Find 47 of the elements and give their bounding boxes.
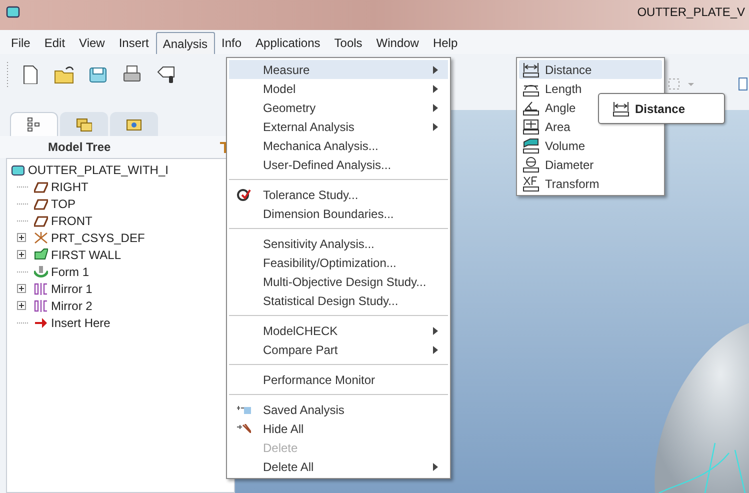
menu-item[interactable]: Diameter — [519, 155, 662, 174]
panel-title: Model Tree — [48, 139, 111, 156]
menu-item[interactable]: User-Defined Analysis... — [229, 155, 448, 174]
menu-item[interactable]: Applications — [248, 32, 328, 54]
menu-item[interactable]: Hide All — [229, 419, 448, 438]
menu-item[interactable]: Distance — [519, 60, 662, 79]
menu-item[interactable]: Edit — [37, 32, 72, 54]
menu-item[interactable]: Sensitivity Analysis... — [229, 234, 448, 253]
menu-item[interactable]: Multi-Objective Design Study... — [229, 272, 448, 291]
tree-item[interactable]: RIGHT — [51, 178, 88, 196]
menu-item[interactable]: External Analysis — [229, 117, 448, 136]
tree-item[interactable]: FIRST WALL — [51, 246, 122, 264]
menu-item[interactable]: Help — [426, 32, 465, 54]
menu-item[interactable]: Tolerance Study... — [229, 185, 448, 204]
menu-item[interactable]: Insert — [112, 32, 156, 54]
menu-item[interactable]: Feasibility/Optimization... — [229, 253, 448, 272]
tree-item[interactable]: TOP — [51, 194, 76, 212]
menu-item[interactable]: Transform — [519, 174, 662, 193]
menu-item[interactable]: Tools — [327, 32, 370, 54]
menu-item[interactable]: Delete All — [229, 457, 448, 476]
menu-item[interactable]: Performance Monitor — [229, 370, 448, 389]
menu-item[interactable]: Model — [229, 79, 448, 98]
menu-item[interactable]: Measure — [229, 60, 448, 79]
menu-item[interactable]: Analysis — [156, 32, 215, 54]
tooltip-text: Distance — [635, 100, 686, 118]
window-title: OUTTER_PLATE_V — [637, 4, 745, 21]
tree-item[interactable]: PRT_CSYS_DEF — [51, 228, 145, 246]
tree-item[interactable]: Insert Here — [51, 314, 110, 332]
menu-item[interactable]: File — [4, 32, 38, 54]
menu-item[interactable]: Geometry — [229, 98, 448, 117]
menu-item[interactable]: Window — [369, 32, 426, 54]
menu-item[interactable]: View — [72, 32, 112, 54]
menu-item[interactable]: Statistical Design Study... — [229, 291, 448, 310]
tree-item[interactable]: FRONT — [51, 212, 92, 230]
menu-item[interactable]: ModelCHECK — [229, 321, 448, 340]
menu-item[interactable]: Mechanica Analysis... — [229, 136, 448, 155]
menu-item[interactable]: Volume — [519, 136, 662, 155]
tree-item[interactable]: Form 1 — [51, 262, 90, 280]
tree-item[interactable]: OUTTER_PLATE_WITH_I — [28, 160, 168, 178]
tree-item[interactable]: Mirror 1 — [51, 280, 92, 298]
menu-item[interactable]: Area — [519, 117, 662, 136]
tree-item[interactable]: Mirror 2 — [51, 296, 92, 314]
menu-item[interactable]: Length — [519, 79, 662, 98]
menu-item[interactable]: Info — [214, 32, 249, 54]
menu-item[interactable]: Dimension Boundaries... — [229, 204, 448, 223]
menu-item[interactable]: Saved Analysis — [229, 400, 448, 419]
menu-item[interactable]: Compare Part — [229, 340, 448, 359]
